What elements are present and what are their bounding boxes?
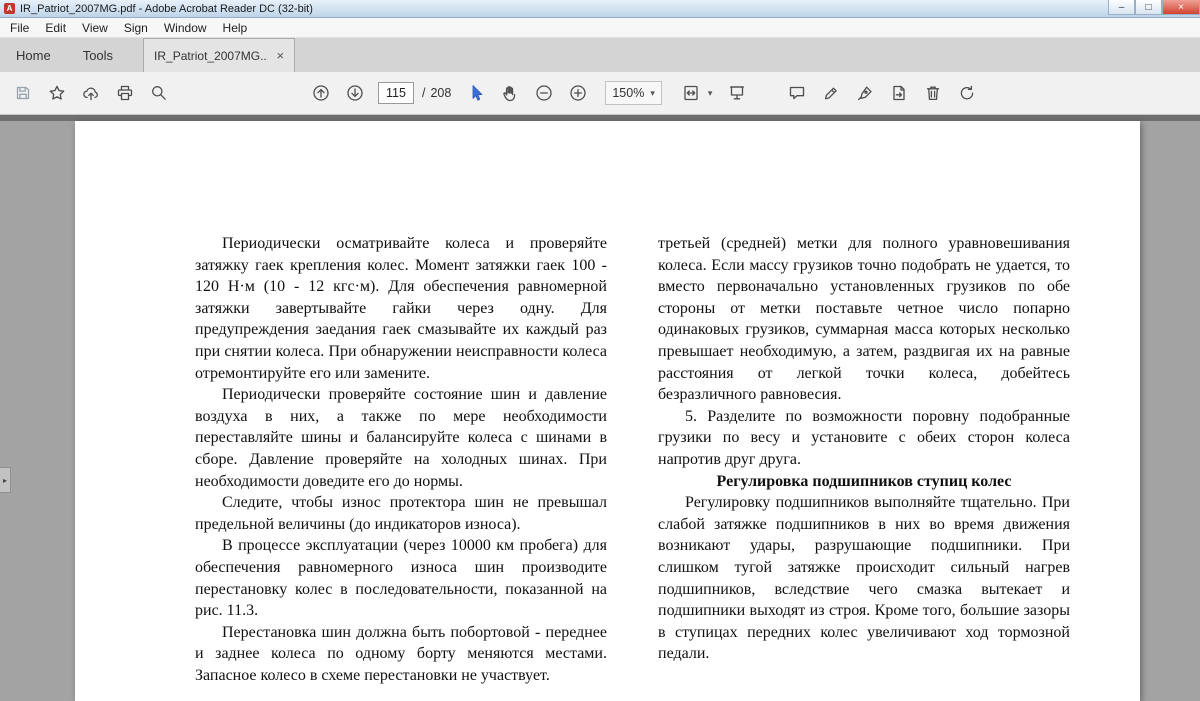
zoom-in-button[interactable] — [561, 77, 595, 109]
hand-tool-icon — [503, 86, 516, 102]
left-text-column: Периодически осматривайте колеса и прове… — [195, 233, 607, 686]
section-heading: Регулировка подшипников ступиц колес — [716, 472, 1012, 490]
select-cursor-icon — [472, 85, 483, 101]
fit-width-icon — [684, 85, 698, 101]
cloud-upload-icon — [83, 87, 98, 101]
fill-sign-button[interactable] — [848, 77, 882, 109]
menu-file[interactable]: File — [2, 19, 37, 37]
tab-home[interactable]: Home — [0, 38, 67, 72]
close-button[interactable]: × — [1162, 0, 1200, 15]
share-file-button[interactable] — [882, 77, 916, 109]
tab-bar: Home Tools IR_Patriot_2007MG... × — [0, 38, 1200, 72]
main-toolbar: / 208 150% ▾ ▾ — [0, 72, 1200, 115]
acrobat-app-icon: A — [4, 3, 15, 14]
zoom-out-button[interactable] — [527, 77, 561, 109]
minimize-button[interactable]: – — [1108, 0, 1135, 15]
hand-tool-button[interactable] — [493, 77, 527, 109]
next-page-button[interactable] — [338, 77, 372, 109]
close-icon: × — [1178, 1, 1184, 13]
star-button[interactable] — [40, 77, 74, 109]
tab-close-icon[interactable]: × — [276, 49, 284, 62]
star-icon — [49, 85, 65, 100]
menu-bar: File Edit View Sign Window Help — [0, 18, 1200, 38]
paragraph: Регулировку подшипников выполняйте тщате… — [658, 494, 1070, 663]
paragraph: 5. Разделите по возможности поровну подо… — [658, 407, 1070, 468]
zoom-level-dropdown[interactable]: 150% ▾ — [605, 81, 662, 105]
paragraph: В процессе эксплуатации (через 10000 км … — [195, 537, 607, 620]
previous-page-button[interactable] — [304, 77, 338, 109]
print-icon — [117, 85, 133, 101]
comment-bubble-icon — [790, 86, 805, 100]
tab-tools[interactable]: Tools — [67, 38, 129, 72]
save-button[interactable] — [6, 77, 40, 109]
reading-mode-button[interactable] — [720, 77, 754, 109]
fit-page-dropdown[interactable]: ▾ — [674, 77, 713, 109]
send-file-icon — [893, 85, 906, 101]
search-icon — [152, 86, 166, 100]
zoom-value: 150% — [612, 86, 645, 100]
maximize-button[interactable]: □ — [1135, 0, 1162, 15]
comment-button[interactable] — [780, 77, 814, 109]
page-up-icon — [313, 85, 329, 101]
pdf-page: Периодически осматривайте колеса и прове… — [75, 121, 1140, 701]
paragraph: Следите, чтобы износ протектора шин не п… — [195, 494, 607, 533]
document-tab-label: IR_Patriot_2007MG... — [154, 48, 269, 63]
find-button[interactable] — [142, 77, 176, 109]
tab-document[interactable]: IR_Patriot_2007MG... × — [143, 38, 296, 72]
paragraph: третьей (средней) метки для полного урав… — [658, 235, 1070, 404]
chevron-down-icon: ▾ — [650, 87, 655, 98]
fit-page-button[interactable] — [674, 77, 708, 109]
window-title: IR_Patriot_2007MG.pdf - Adobe Acrobat Re… — [20, 2, 313, 15]
delete-button[interactable] — [916, 77, 950, 109]
print-button[interactable] — [108, 77, 142, 109]
rotate-button[interactable] — [950, 77, 984, 109]
paragraph: Периодически проверяйте состояние шин и … — [195, 386, 607, 490]
menu-sign[interactable]: Sign — [116, 19, 156, 37]
paragraph: Периодически осматривайте колеса и прове… — [195, 235, 607, 382]
title-bar: A IR_Patriot_2007MG.pdf - Adobe Acrobat … — [0, 0, 1200, 18]
pen-nib-icon — [858, 86, 873, 101]
zoom-in-icon — [570, 85, 586, 101]
trash-icon — [927, 86, 940, 101]
paragraph: Перестановка шин должна быть побортовой … — [195, 623, 607, 684]
highlighter-icon — [825, 87, 838, 100]
highlight-button[interactable] — [814, 77, 848, 109]
menu-view[interactable]: View — [74, 19, 116, 37]
cloud-upload-button[interactable] — [74, 77, 108, 109]
document-viewport[interactable]: Периодически осматривайте колеса и прове… — [0, 115, 1200, 701]
page-down-icon — [347, 85, 363, 101]
page-divider: / — [422, 86, 426, 100]
chevron-down-icon: ▾ — [707, 87, 713, 98]
menu-help[interactable]: Help — [215, 19, 256, 37]
page-number-input[interactable] — [378, 82, 414, 104]
menu-edit[interactable]: Edit — [37, 19, 74, 37]
rotate-icon — [961, 85, 974, 100]
presentation-screen-icon — [730, 86, 745, 100]
right-text-column: третьей (средней) метки для полного урав… — [658, 233, 1070, 686]
menu-window[interactable]: Window — [156, 19, 215, 37]
save-icon — [16, 86, 30, 100]
select-tool-button[interactable] — [459, 77, 493, 109]
maximize-icon: □ — [1145, 1, 1152, 13]
nav-pane-expand-icon: ▸ — [2, 475, 7, 485]
navigation-pane-toggle[interactable]: ▸ — [0, 467, 11, 493]
page-total: 208 — [430, 86, 452, 100]
page-count: / 208 — [422, 86, 451, 100]
minimize-icon: – — [1118, 1, 1125, 13]
window-controls: – □ × — [1108, 0, 1200, 17]
zoom-out-icon — [536, 85, 552, 101]
